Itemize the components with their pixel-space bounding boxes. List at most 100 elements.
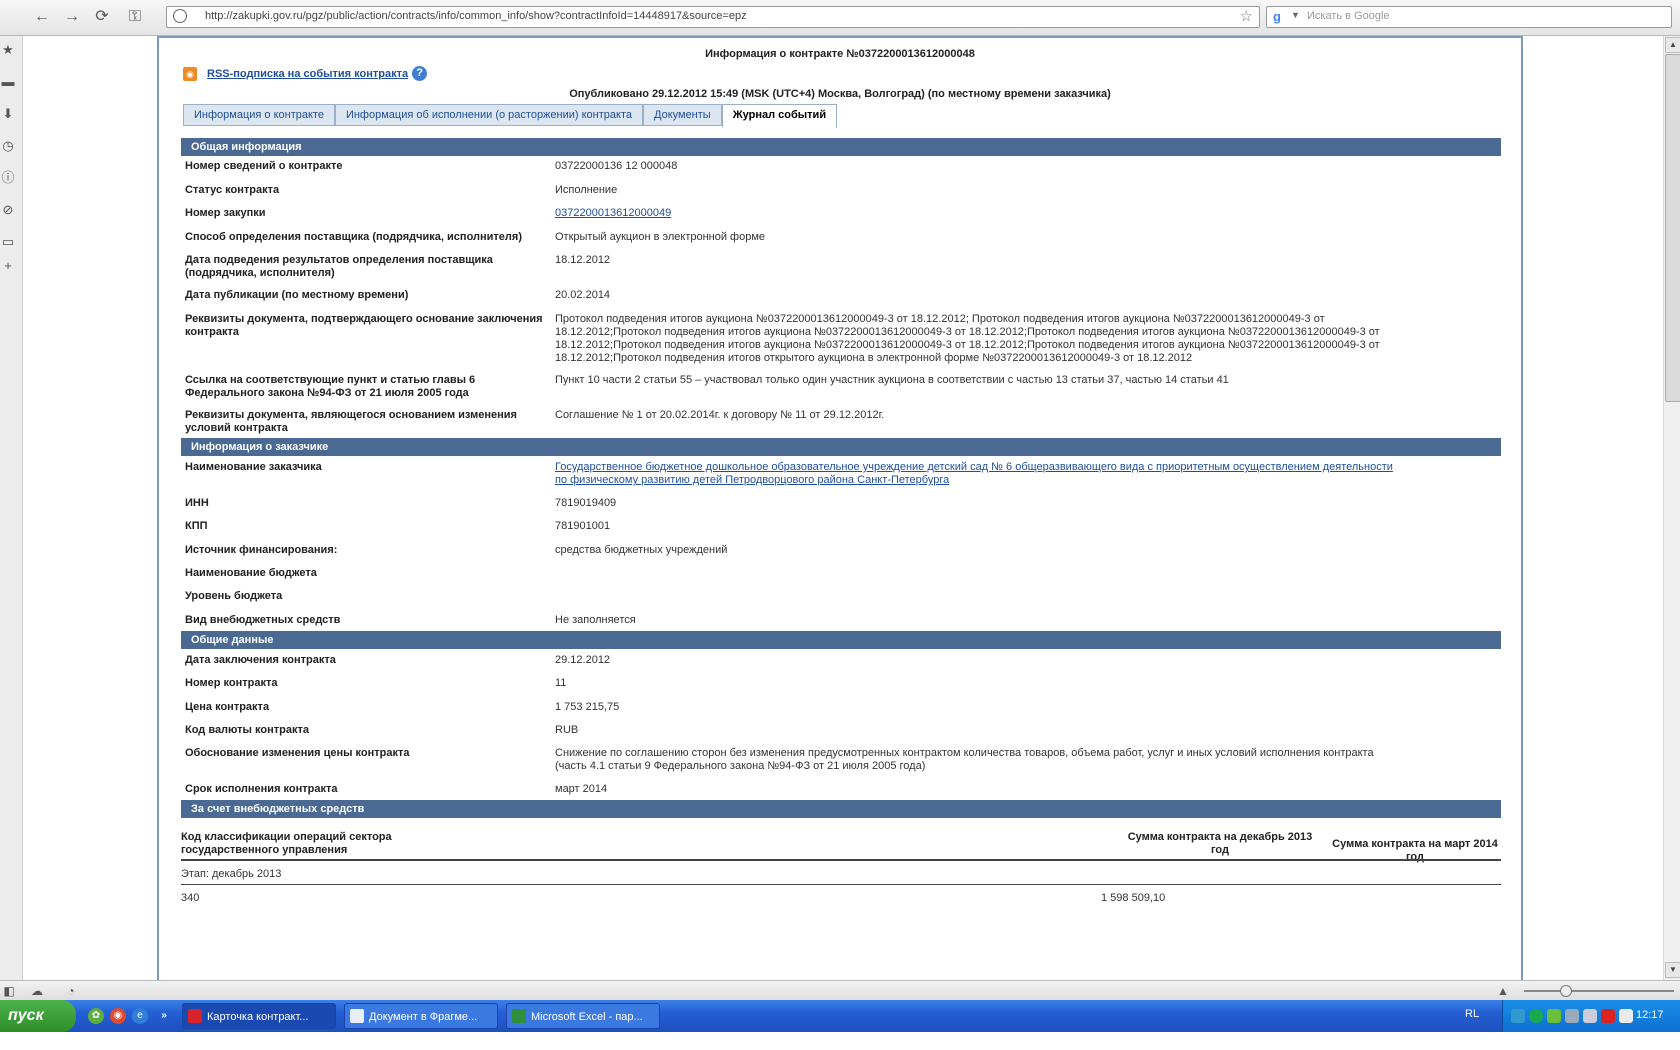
row-value: Пункт 10 части 2 статьи 55 – участвовал … [555, 374, 1229, 386]
panel-toggle-icon[interactable]: ◧ [2, 984, 16, 998]
cell-code: 340 [181, 892, 200, 904]
row-value: RUB [555, 724, 579, 736]
browser-sidebar: ★ ▬ ⬇ ◷ ⓘ ⊘ ▭ + [0, 36, 23, 980]
windows-taskbar: пуск ✿ ◉ e » Карточка контракт... Докуме… [0, 1000, 1680, 1032]
bookmark-star-icon[interactable]: ☆ [1240, 7, 1253, 25]
section-extrabudget-header: За счет внебюджетных средств [181, 800, 1501, 818]
row-value: 1 753 215,75 [555, 701, 620, 713]
url-text[interactable]: http://zakupki.gov.ru/pgz/public/action/… [205, 10, 747, 22]
scroll-thumb[interactable] [1665, 54, 1680, 402]
page-title: Информация о контракте №0372200013612000… [705, 48, 975, 60]
taskbar-item-browser[interactable]: Карточка контракт... [182, 1003, 336, 1029]
row-label: Вид внебюджетных средств [185, 614, 341, 626]
history-icon[interactable]: ◷ [0, 138, 16, 154]
row-value: март 2014 [555, 783, 608, 795]
rss-icon[interactable]: ◉ [183, 66, 197, 81]
row-value: Соглашение № 1 от 20.02.2014г. к договор… [555, 409, 885, 421]
row-label: Срок исполнения контракта [185, 783, 338, 795]
section-customer-header: Информация о заказчике [181, 438, 1501, 456]
tray-app-icon[interactable] [1511, 1009, 1525, 1023]
tray-monitor-icon[interactable] [1619, 1009, 1633, 1023]
ie-icon[interactable]: e [132, 1008, 148, 1024]
browser-statusbar: ◧ ☁ ◔ ▲ [0, 980, 1680, 1001]
taskbar-item-word[interactable]: Документ в Фрагме... [344, 1003, 498, 1029]
row-value: Открытый аукцион в электронной форме [555, 231, 766, 243]
search-input[interactable]: Искать в Google [1307, 10, 1390, 22]
language-indicator[interactable]: RL [1465, 1008, 1479, 1020]
search-bar[interactable]: g ▼ Искать в Google [1266, 6, 1672, 28]
row-label: КПП [185, 520, 208, 532]
cell-dec2013: 1 598 509,10 [1101, 892, 1166, 904]
table-divider [181, 884, 1501, 885]
start-button[interactable]: пуск [0, 1000, 76, 1032]
row-label: Номер контракта [185, 677, 278, 689]
task-label: Документ в Фрагме... [369, 1011, 478, 1023]
speed-icon[interactable]: ◔ [64, 984, 78, 998]
help-icon[interactable]: ? [412, 66, 428, 81]
section-general-header: Общая информация [181, 138, 1501, 156]
quicklaunch-more-icon[interactable]: » [156, 1008, 172, 1024]
address-bar[interactable]: http://zakupki.gov.ru/pgz/public/action/… [166, 6, 1260, 28]
page-viewport: Информация о контракте №0372200013612000… [23, 36, 1663, 980]
row-label: Цена контракта [185, 701, 270, 713]
rss-subscription: ◉ RSS-подписка на события контракта? [183, 66, 428, 81]
vertical-scrollbar[interactable]: ▲ ▼ [1663, 36, 1680, 980]
published-info: Опубликовано 29.12.2012 15:49 (MSK (UTC+… [569, 88, 1111, 100]
rss-link[interactable]: RSS-подписка на события контракта [207, 68, 408, 80]
zoom-slider-handle[interactable] [1560, 985, 1572, 997]
customer-name-link[interactable]: Государственное бюджетное дошкольное обр… [555, 461, 1393, 486]
row-label: Ссылка на соответствующие пункт и статью… [185, 374, 476, 399]
row-value: 18.12.2012 [555, 254, 611, 266]
chevron-down-icon[interactable]: ▼ [1291, 10, 1300, 20]
word-icon [350, 1009, 364, 1023]
star-icon[interactable]: ★ [0, 42, 16, 58]
row-value: Не заполняется [555, 614, 636, 626]
row-label: Наименование заказчика [185, 461, 322, 473]
download-icon[interactable]: ⬇ [0, 106, 16, 122]
section-common-header: Общие данные [181, 631, 1501, 649]
purchase-number-link[interactable]: 0372200013612000049 [555, 207, 671, 219]
scroll-down-icon[interactable]: ▼ [1665, 962, 1680, 978]
tab-contract-info[interactable]: Информация о контракте [183, 104, 335, 126]
notes-icon[interactable]: ▬ [0, 74, 16, 90]
row-label: Обоснование изменения цены контракта [185, 747, 410, 759]
tab-documents[interactable]: Документы [643, 104, 722, 126]
row-value: 29.12.2012 [555, 654, 611, 666]
clock[interactable]: 12:17 [1636, 1009, 1664, 1021]
add-panel-icon[interactable]: + [0, 258, 16, 274]
zoom-slider[interactable] [1524, 990, 1674, 992]
app-launcher-icon[interactable]: ✿ [88, 1008, 104, 1024]
row-label: Дата публикации (по местному времени) [185, 289, 409, 301]
google-icon[interactable]: g [1273, 9, 1281, 24]
info-icon[interactable]: ⓘ [0, 170, 16, 186]
contract-page: Информация о контракте №0372200013612000… [157, 36, 1523, 980]
tab-execution-info[interactable]: Информация об исполнении (о расторжении)… [334, 104, 643, 126]
scroll-up-icon[interactable]: ▲ [1665, 37, 1680, 53]
row-value: средства бюджетных учреждений [555, 544, 728, 556]
tab-bar: Информация о контракте Информация об исп… [183, 104, 838, 128]
tray-update-icon[interactable] [1547, 1009, 1561, 1023]
link-icon[interactable]: ⊘ [0, 202, 16, 218]
forward-icon[interactable]: → [62, 8, 82, 26]
tab-event-log[interactable]: Журнал событий [721, 104, 838, 128]
tray-volume-icon[interactable] [1583, 1009, 1597, 1023]
row-label: Способ определения поставщика (подрядчик… [185, 231, 522, 243]
tray-network-icon[interactable] [1529, 1009, 1543, 1023]
row-label: Код валюты контракта [185, 724, 309, 736]
tray-antivirus-icon[interactable] [1601, 1009, 1615, 1023]
chrome-icon[interactable]: ◉ [110, 1008, 126, 1024]
back-icon[interactable]: ← [32, 8, 52, 26]
triangle-up-icon[interactable]: ▲ [1496, 984, 1510, 998]
panel-icon[interactable]: ▭ [0, 234, 16, 250]
taskbar-item-excel[interactable]: Microsoft Excel - пар... [506, 1003, 660, 1029]
excel-icon [512, 1009, 526, 1023]
row-label: Реквизиты документа, подтверждающего осн… [185, 313, 543, 338]
cloud-icon[interactable]: ☁ [30, 984, 44, 998]
row-value: Исполнение [555, 184, 618, 196]
reload-icon[interactable]: ⟳ [92, 8, 112, 26]
key-icon[interactable]: ⚿ [122, 8, 148, 26]
row-value: 781901001 [555, 520, 611, 532]
row-value: Протокол подведения итогов аукциона №037… [555, 313, 1380, 364]
row-label: Номер закупки [185, 207, 266, 219]
tray-display-icon[interactable] [1565, 1009, 1579, 1023]
